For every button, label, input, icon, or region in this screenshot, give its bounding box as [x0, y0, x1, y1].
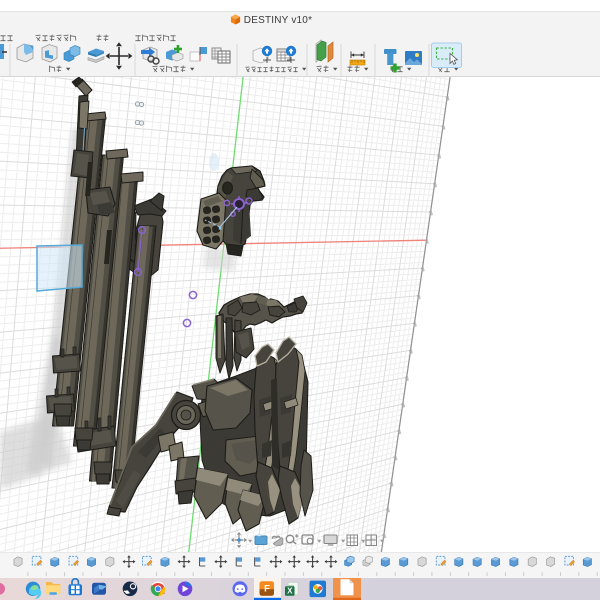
svg-text:X: X — [287, 587, 293, 596]
svg-text:F: F — [264, 583, 270, 594]
